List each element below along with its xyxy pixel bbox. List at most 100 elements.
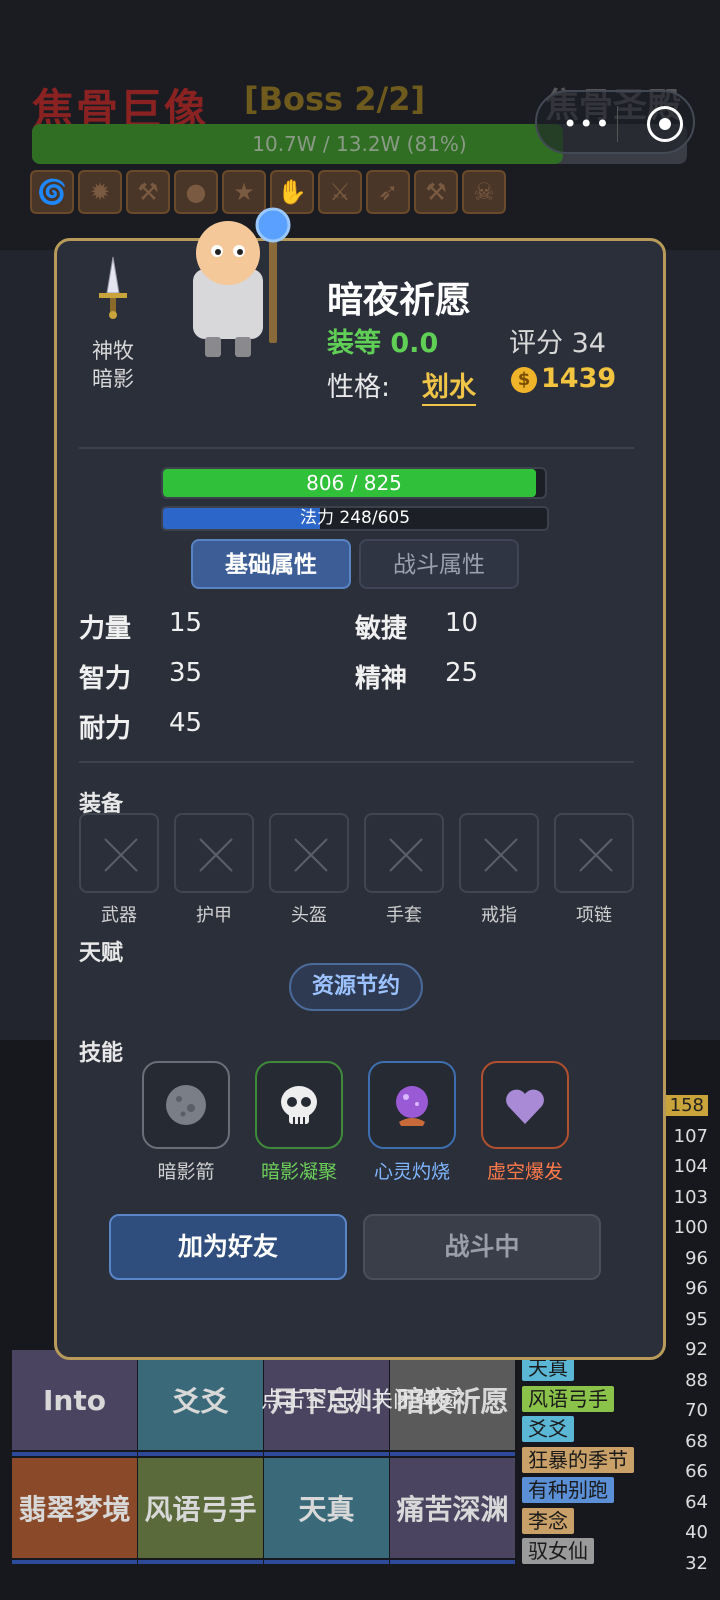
stat-value-strength: 15 — [169, 608, 203, 638]
class-name-line1: 神牧 — [92, 339, 134, 363]
character-score: 评分 34 — [509, 328, 606, 359]
crystal-ball-icon — [396, 1086, 428, 1126]
rank-player-name: 爻爻 — [522, 1416, 574, 1442]
tile-mp-bar — [264, 1452, 389, 1456]
stat-value-spirit: 25 — [445, 658, 479, 688]
tile-mp-bar — [264, 1560, 389, 1564]
tab-basic-attributes[interactable]: 基础属性 — [191, 539, 351, 589]
skull-icon — [281, 1086, 317, 1124]
empty-slot-icon — [199, 838, 233, 872]
skill-label: 虚空爆发 — [486, 1161, 563, 1183]
equip-slot-armor[interactable] — [174, 813, 254, 893]
party-tile-label: 痛苦深渊 — [396, 1493, 509, 1526]
damage-score: 107 — [673, 1125, 708, 1147]
tab-battle-attributes[interactable]: 战斗属性 — [359, 539, 519, 589]
rank-player-name: 驭女仙 — [522, 1538, 594, 1564]
personality-label: 性格: — [327, 372, 391, 403]
empty-slot-icon — [104, 838, 138, 872]
skill-label: 暗影凝聚 — [260, 1161, 337, 1183]
gold-amount: 1439 — [541, 363, 617, 394]
hammer-icon[interactable]: ⚒ — [126, 170, 170, 214]
damage-score: 40 — [685, 1522, 708, 1543]
damage-score: 103 — [673, 1186, 708, 1208]
rank-player-name: 有种别跑 — [522, 1477, 614, 1503]
equip-slot-necklace[interactable] — [554, 813, 634, 893]
damage-score: 32 — [685, 1552, 708, 1574]
talent-title: 天赋 — [79, 941, 124, 966]
tile-mp-bar — [138, 1560, 263, 1564]
party-tile-label: 风语弓手 — [144, 1493, 257, 1526]
skill-void-burst[interactable] — [481, 1061, 569, 1149]
party-tile[interactable]: 翡翠梦境 — [12, 1458, 137, 1564]
mana-text: 法力 248/605 — [299, 508, 411, 528]
stat-label-intellect: 智力 — [79, 664, 132, 694]
damage-score: 96 — [685, 1278, 708, 1299]
rank-player-name: 狂暴的季节 — [522, 1446, 634, 1473]
fire-icon[interactable]: ✹ — [78, 170, 122, 214]
swords-icon[interactable]: ⚔ — [318, 170, 362, 214]
empty-slot-icon — [484, 838, 518, 872]
party-tile[interactable]: 风语弓手 — [138, 1458, 263, 1564]
game-screen[interactable]: 焦骨巨像 [Boss 2/2] 焦骨圣殿 10.7W / 13.2W (81%)… — [0, 0, 720, 1600]
mini-program-capsule: ••• — [535, 90, 695, 154]
skill-shadow-bolt[interactable] — [142, 1061, 230, 1149]
stat-label-spirit: 精神 — [355, 664, 408, 694]
party-tile[interactable]: 天真 — [264, 1458, 389, 1564]
damage-score: 68 — [685, 1430, 708, 1452]
feather-icon[interactable]: ➶ — [366, 170, 410, 214]
talent-badge[interactable]: 资源节约 — [289, 963, 423, 1011]
equip-slot-ring[interactable] — [459, 813, 539, 893]
close-popup-hint[interactable]: 点击空白处关闭弹窗 — [0, 1382, 720, 1414]
damage-score: 66 — [685, 1461, 708, 1482]
damage-score: 104 — [673, 1156, 708, 1177]
divider — [79, 761, 634, 763]
empty-slot-icon — [579, 838, 613, 872]
capsule-divider — [617, 106, 618, 142]
skill-label: 暗影箭 — [157, 1161, 215, 1183]
personality-value[interactable]: 划水 — [422, 365, 476, 406]
hammer-icon[interactable]: ⚒ — [414, 170, 458, 214]
equip-slot-label: 武器 — [101, 905, 137, 926]
stat-value-intellect: 35 — [169, 658, 203, 688]
health-text: 806 / 825 — [306, 471, 402, 495]
character-name: 暗夜祈愿 — [327, 280, 472, 321]
tile-mp-bar — [12, 1560, 137, 1564]
damage-score: 158 — [665, 1095, 708, 1116]
stat-label-strength: 力量 — [79, 614, 132, 644]
equip-slot-label: 手套 — [386, 905, 422, 926]
equip-slot-helmet[interactable] — [269, 813, 349, 893]
equip-slot-label: 护甲 — [196, 905, 232, 926]
add-friend-button[interactable]: 加为好友 — [109, 1214, 347, 1280]
tornado-icon[interactable]: 🌀 — [30, 170, 74, 214]
character-detail-popup: 神牧 暗影 暗夜祈愿 装等 0.0 评分 34 性格: 划水 $ 1439 80… — [54, 207, 666, 1360]
equip-slot-weapon[interactable] — [79, 813, 159, 893]
skull-icon[interactable]: ☠ — [462, 170, 506, 214]
equip-slot-gloves[interactable] — [364, 813, 444, 893]
health-bar: 806 / 825 — [161, 467, 547, 499]
stat-value-stamina: 45 — [169, 708, 203, 738]
party-tile[interactable]: 痛苦深渊 — [390, 1458, 515, 1564]
priest-avatar-icon — [193, 207, 291, 357]
stat-label-stamina: 耐力 — [79, 714, 132, 744]
skill-shadow-condense[interactable] — [255, 1061, 343, 1149]
boss-stage-tag: [Boss 2/2] — [244, 80, 426, 118]
in-battle-button[interactable]: 战斗中 — [363, 1214, 601, 1280]
damage-score: 95 — [685, 1308, 708, 1330]
target-circle-icon[interactable] — [647, 106, 683, 142]
tile-mp-bar — [390, 1452, 515, 1456]
rank-player-name: 李念 — [522, 1507, 574, 1534]
class-badge: 神牧 暗影 — [81, 253, 145, 393]
moon-icon — [166, 1085, 206, 1125]
stat-value-agility: 10 — [445, 608, 479, 638]
empty-slot-icon — [389, 838, 423, 872]
party-tile-label: 翡翠梦境 — [18, 1493, 131, 1526]
item-level: 装等 0.0 — [327, 328, 439, 359]
damage-score: 96 — [685, 1247, 708, 1269]
divider — [79, 447, 634, 449]
skill-mind-sear[interactable] — [368, 1061, 456, 1149]
heart-icon — [506, 1089, 544, 1124]
damage-score: 92 — [685, 1339, 708, 1360]
skills-title: 技能 — [79, 1041, 124, 1066]
tile-mp-bar — [390, 1560, 515, 1564]
more-dots-icon[interactable]: ••• — [563, 110, 611, 138]
